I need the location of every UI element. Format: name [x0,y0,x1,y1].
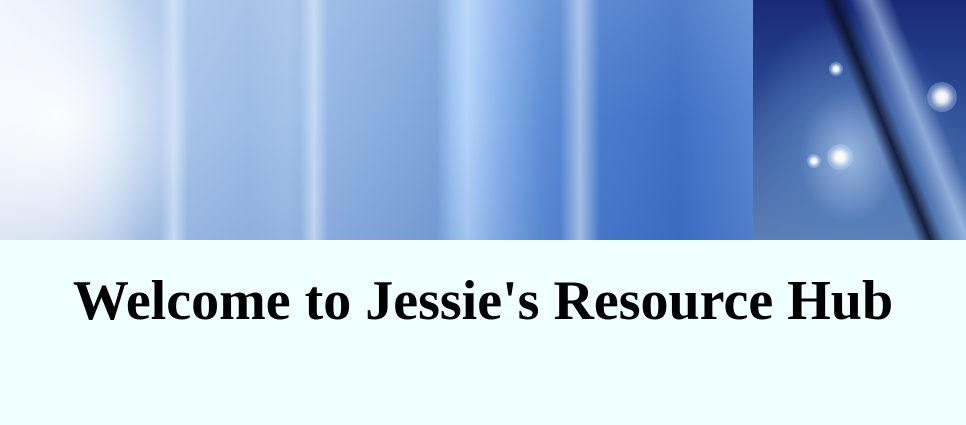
header-banner [0,0,966,240]
page-title: Welcome to Jessie's Resource Hub [72,270,894,332]
sparkle-icon [827,144,853,170]
sparkle-icon [927,82,957,112]
banner-image-left [0,0,753,240]
sparkle-icon [807,154,821,168]
banner-image-right [753,0,966,240]
banner-streak [560,0,600,240]
banner-streak [300,0,328,240]
banner-streak [160,0,188,240]
page: Welcome to Jessie's Resource Hub [0,0,966,425]
sparkle-icon [829,62,843,76]
